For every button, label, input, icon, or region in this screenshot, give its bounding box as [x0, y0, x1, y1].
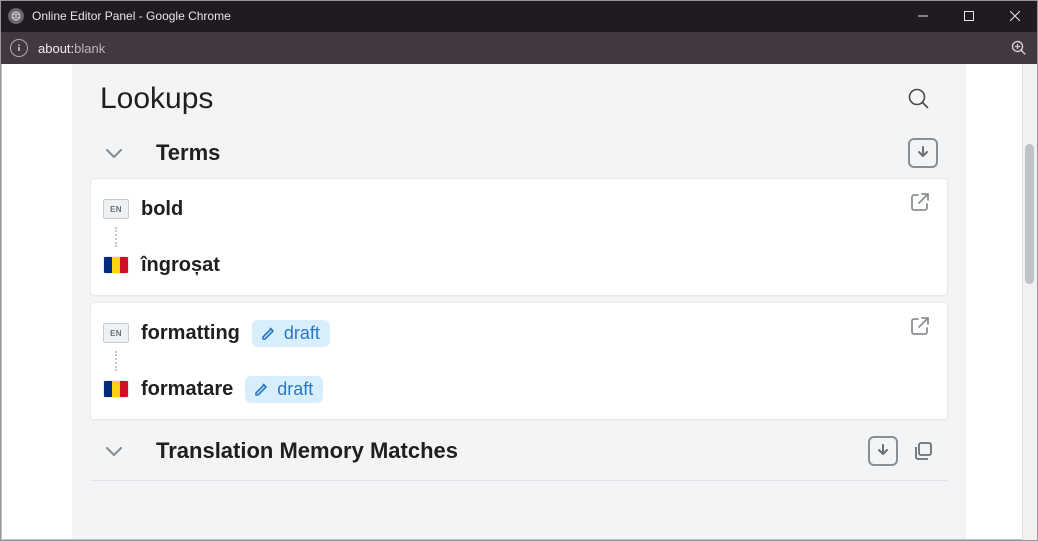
insert-term-button[interactable] [908, 138, 938, 168]
browser-viewport: Lookups Terms [1, 64, 1037, 540]
status-badge-draft: draft [252, 320, 330, 347]
zoom-icon[interactable] [1010, 39, 1028, 57]
window-close-button[interactable] [992, 0, 1038, 32]
section-title-tm: Translation Memory Matches [156, 438, 858, 464]
window-maximize-button[interactable] [946, 0, 992, 32]
section-header-tm: Translation Memory Matches [72, 426, 966, 476]
section-title-terms: Terms [156, 140, 898, 166]
chevron-down-icon[interactable] [100, 139, 128, 167]
flag-ro-icon [103, 380, 129, 398]
status-badge-draft: draft [245, 376, 323, 403]
term-connector [115, 227, 929, 247]
insert-tm-button[interactable] [868, 436, 898, 466]
url-path: blank [74, 41, 105, 56]
address-url[interactable]: about:blank [38, 41, 105, 56]
window-titlebar: Online Editor Panel - Google Chrome [0, 0, 1038, 32]
term-connector [115, 351, 929, 371]
window-minimize-button[interactable] [900, 0, 946, 32]
site-info-icon[interactable] [10, 39, 28, 57]
term-card[interactable]: EN bold îngroșat [90, 178, 948, 296]
window-title: Online Editor Panel - Google Chrome [32, 9, 231, 23]
term-card[interactable]: EN formatting draft formatare [90, 302, 948, 420]
copy-stack-icon[interactable] [908, 436, 938, 466]
lang-badge-en: EN [103, 199, 129, 219]
page-title: Lookups [100, 82, 906, 116]
pencil-icon [253, 380, 271, 398]
term-source-text: bold [141, 198, 183, 221]
status-badge-label: draft [277, 379, 313, 400]
section-header-terms: Terms [72, 128, 966, 178]
pencil-icon [260, 324, 278, 342]
open-external-icon[interactable] [909, 315, 933, 339]
lang-badge-en: EN [103, 323, 129, 343]
scrollbar-track[interactable] [1022, 64, 1037, 540]
chevron-down-icon[interactable] [100, 437, 128, 465]
term-target-text: formatare [141, 378, 233, 401]
browser-address-bar: about:blank [0, 32, 1038, 64]
open-external-icon[interactable] [909, 191, 933, 215]
url-scheme: about: [38, 41, 74, 56]
window-favicon [8, 8, 24, 24]
status-badge-label: draft [284, 323, 320, 344]
flag-ro-icon [103, 256, 129, 274]
search-icon[interactable] [906, 86, 932, 112]
term-target-text: îngroșat [141, 254, 220, 277]
term-source-text: formatting [141, 322, 240, 345]
scrollbar-thumb[interactable] [1025, 144, 1034, 284]
